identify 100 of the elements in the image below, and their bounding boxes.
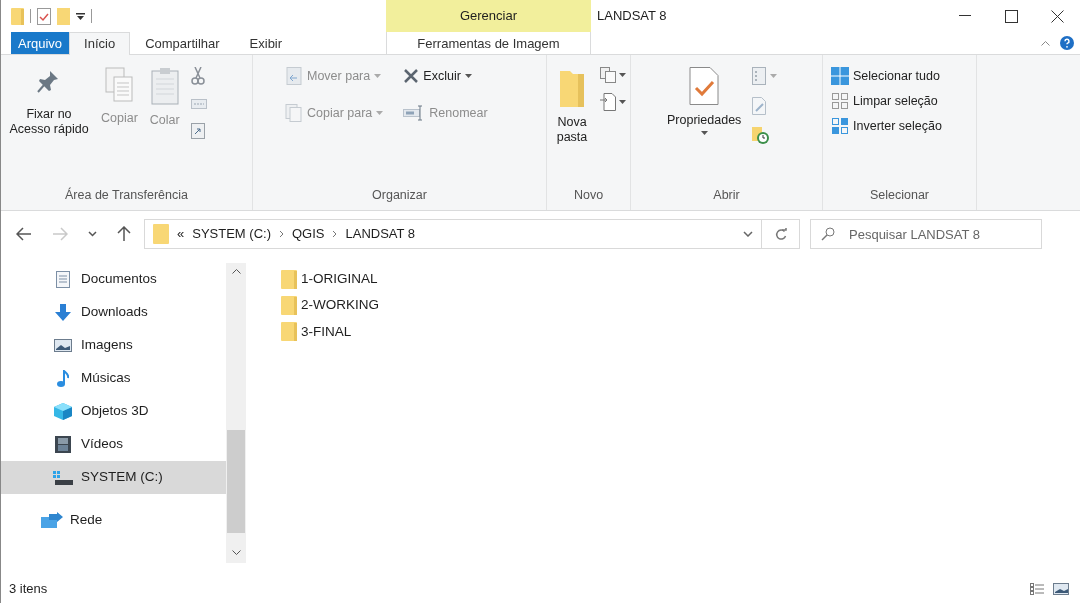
invert-selection-icon (831, 116, 849, 135)
window-title: LANDSAT 8 (597, 7, 667, 26)
nav-pane-item[interactable]: Rede (1, 504, 226, 537)
scroll-up-icon (231, 269, 241, 274)
music-note-icon (57, 370, 69, 387)
folder-icon (281, 269, 297, 289)
nav-pane-item[interactable]: Objetos 3D (1, 395, 226, 428)
nav-pane-item[interactable]: Imagens (1, 329, 226, 362)
nav-pane-item[interactable]: Documentos (1, 263, 226, 296)
breadcrumb-item[interactable]: QGIS (291, 224, 325, 244)
folder-item[interactable]: 1-ORIGINAL (281, 267, 379, 292)
caret-icon (464, 74, 472, 79)
search-icon (821, 227, 835, 241)
group-label: Organizar (371, 187, 428, 205)
group-label: Abrir (712, 187, 741, 205)
breadcrumb-item[interactable]: SYSTEM (C:) (192, 224, 271, 244)
group-label: Selecionar (868, 187, 931, 205)
drive-icon (53, 470, 73, 485)
group-label: Novo (572, 187, 605, 205)
open-button[interactable] (749, 65, 780, 87)
edit-icon (752, 97, 767, 115)
properties-icon (37, 7, 51, 25)
chevron-right-icon (278, 230, 284, 238)
select-none-icon (831, 92, 849, 111)
document-arrow-icon (600, 93, 616, 111)
ribbon-button[interactable]: Fixar no Acesso rápido (5, 61, 93, 185)
ribbon-button[interactable]: Excluir (399, 65, 492, 88)
ribbon-tab[interactable]: Arquivo (11, 32, 70, 54)
ribbon-tab[interactable]: Exibir (234, 32, 298, 54)
chevron-down-icon (88, 231, 97, 237)
refresh-icon (774, 227, 787, 241)
recent-locations-button[interactable] (85, 229, 100, 239)
history-icon (752, 127, 771, 145)
properties-icon (689, 67, 720, 105)
clipboard-icon (150, 67, 179, 105)
maximize-icon (1004, 9, 1018, 23)
search-field[interactable]: Pesquisar LANDSAT 8 (810, 219, 1042, 249)
nav-pane-item[interactable]: Vídeos (1, 428, 226, 461)
ribbon-button[interactable]: Nova pasta (551, 61, 593, 185)
select-all-icon (831, 67, 849, 86)
download-arrow-icon (55, 304, 71, 321)
ribbon-button[interactable]: Inverter seleção (827, 114, 946, 138)
caret-icon (769, 74, 777, 78)
customize-toolbar-icon (76, 11, 85, 21)
details-view-icon (1029, 583, 1044, 595)
folder-icon (11, 7, 24, 25)
chevron-right-icon (332, 230, 338, 238)
ribbon-tab[interactable]: Compartilhar (130, 32, 235, 54)
caret-icon (376, 111, 384, 116)
caret-icon (619, 73, 627, 77)
forward-arrow-icon (52, 227, 68, 241)
caret-icon (619, 100, 627, 104)
folder-icon (281, 295, 297, 315)
network-icon (41, 512, 63, 529)
close-icon (1050, 9, 1064, 23)
path-icon (190, 99, 207, 109)
chevron-down-icon (743, 231, 753, 237)
picture-icon (54, 339, 72, 352)
document-icon (56, 271, 70, 288)
ribbon-tab[interactable]: Ferramentas de Imagem (387, 32, 590, 54)
nav-pane-item[interactable]: SYSTEM (C:) (1, 461, 226, 494)
picture-icon (1053, 583, 1069, 595)
caret-icon (374, 74, 382, 79)
large-icons-view-button[interactable] (1050, 581, 1072, 597)
help-icon (1059, 36, 1074, 50)
back-arrow-icon (16, 227, 32, 241)
nav-pane-item[interactable]: Downloads (1, 296, 226, 329)
folder-icon (57, 7, 70, 25)
folder-item[interactable]: 3-FINAL (281, 319, 379, 344)
folder-item[interactable]: 2-WORKING (281, 293, 379, 318)
cube-icon (54, 403, 72, 420)
shortcut-icon (190, 123, 205, 139)
minimize-icon (959, 15, 971, 17)
ribbon-button[interactable]: Selecionar tudo (827, 65, 946, 88)
delete-icon (403, 68, 420, 85)
ribbon-button[interactable]: Propriedades (663, 61, 746, 185)
item-count: 3 itens (9, 580, 48, 599)
scroll-down-icon (231, 550, 241, 555)
refresh-button[interactable] (762, 219, 800, 249)
collapse-ribbon-icon (1041, 40, 1051, 46)
scrollbar[interactable] (226, 263, 246, 563)
context-group-title: Gerenciar (459, 7, 518, 26)
move-icon (285, 67, 303, 86)
nav-pane-item[interactable]: Músicas (1, 362, 226, 395)
address-field[interactable]: « SYSTEM (C:) QGIS LANDSAT 8 (144, 219, 762, 249)
caret-icon (700, 131, 708, 135)
folder-icon (281, 322, 297, 342)
folder-icon (153, 224, 169, 244)
group-label: Área de Transferência (64, 186, 189, 205)
new-item-icon (600, 67, 616, 83)
overflow-marker[interactable]: « (177, 224, 185, 244)
ribbon-button[interactable]: Limpar seleção (827, 89, 946, 113)
open-file-icon (752, 67, 767, 85)
copy-icon (104, 67, 135, 103)
up-arrow-icon (117, 226, 131, 242)
breadcrumb-item[interactable]: LANDSAT 8 (345, 224, 416, 244)
ribbon-tab[interactable]: Início (69, 32, 131, 55)
film-icon (55, 436, 71, 453)
scissors-icon (190, 67, 205, 85)
copy-to-icon (285, 104, 303, 123)
